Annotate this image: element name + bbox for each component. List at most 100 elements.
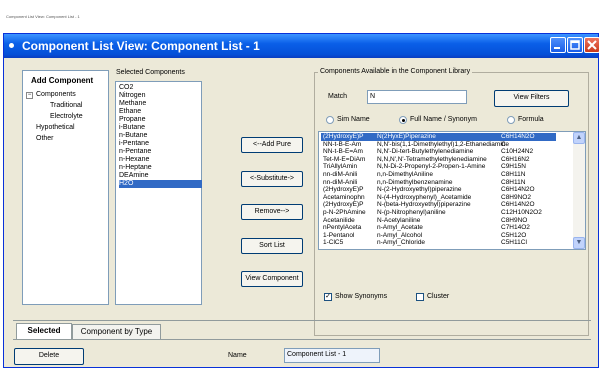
library-row[interactable]: TriAllylAmin N,N-Di-2-Propenyl-2-Propen-1… [321, 163, 556, 171]
library-sim-name: nn-diM-Anili [323, 178, 358, 186]
library-formula: C6H14N2O [501, 133, 535, 140]
library-formula: C6H14N2O [501, 186, 535, 194]
scroll-down-icon[interactable]: ▼ [573, 237, 585, 249]
selected-component-item[interactable]: Propane [119, 116, 202, 124]
delete-button[interactable]: Delete [14, 348, 84, 365]
remove-button[interactable]: Remove--> [241, 204, 303, 220]
library-full-name: N-Acetylaniline [377, 216, 421, 224]
selected-component-item[interactable]: Methane [119, 100, 202, 108]
match-label: Match [328, 93, 348, 100]
library-row[interactable]: Acetanilide N-Acetylaniline C8H9NO [321, 217, 556, 225]
library-row[interactable]: nn-diM-Anili n,n-DimethylAniline C8H11N [321, 171, 556, 179]
library-sim-name: 1-ClC5 [323, 239, 344, 247]
library-row[interactable]: p-N-2PhAmine N-(p-Nitrophenyl)aniline C12H… [321, 209, 556, 217]
collapse-components-icon[interactable]: − [26, 92, 33, 99]
selected-components-title: Selected Components [116, 69, 185, 76]
library-row[interactable]: (2HydroxyE)P N(2HyxE)Piperazine C6H14N2O [321, 133, 556, 141]
library-row[interactable]: 1-ClC5 n-Amyl_Chloride C5H11Cl [321, 239, 556, 247]
selected-component-item[interactable]: Ethane [119, 108, 202, 116]
selected-component-item[interactable]: i-Butane [119, 124, 202, 132]
library-scrollbar[interactable]: ▲ ▼ [573, 132, 585, 249]
library-formula: C5H11Cl [501, 239, 527, 247]
maximize-button[interactable] [567, 37, 583, 53]
library-sim-name: Acetanilide [323, 216, 355, 224]
view-component-button[interactable]: View Component [241, 271, 303, 287]
component-library-title: Components Available in the Component Li… [318, 68, 473, 75]
tab-component-by-type[interactable]: Component by Type [72, 324, 161, 339]
tree-item-electrolyte[interactable]: Electrolyte [50, 113, 83, 120]
library-row[interactable]: (2HydroxyE)P N-(2-Hydroxyethyl)piperazine… [321, 186, 556, 194]
selected-component-item[interactable]: n-Hexane [119, 156, 202, 164]
minimize-icon [554, 47, 560, 49]
library-full-name: N,N,N',N'-Tetramethylethylenediamine [377, 155, 487, 163]
library-full-name: n-Amyl_Acetate [377, 224, 423, 232]
library-full-name: N-(4-Hydroxyphenyl)_Acetamide [377, 193, 472, 201]
selected-component-item[interactable]: i-Pentane [119, 140, 202, 148]
library-row[interactable]: nPentylAceta n-Amyl_Acetate C7H14O2 [321, 224, 556, 232]
library-row[interactable]: Tet-M-E=DiAm N,N,N',N'-Tetramethylethylen… [321, 156, 556, 164]
component-list-window: Component List View: Component List - 1 … [3, 33, 600, 368]
tab-divider [13, 320, 591, 321]
add-pure-button[interactable]: <--Add Pure [241, 137, 303, 153]
selected-component-item[interactable]: Nitrogen [119, 92, 202, 100]
library-full-name: N-(p-Nitrophenyl)aniline [377, 209, 446, 216]
library-formula: C8H11N [501, 178, 526, 186]
title-bar[interactable]: Component List View: Component List - 1 [4, 34, 600, 58]
library-full-name: n,n-Dimethylbenzenamine [377, 178, 453, 186]
scroll-up-icon[interactable]: ▲ [573, 132, 585, 144]
selected-components-list[interactable]: CO2 Nitrogen Methane Ethane Propane i-Butane n… [115, 81, 202, 305]
sort-list-button[interactable]: Sort List [241, 238, 303, 254]
selected-component-item[interactable]: n-Pentane [119, 148, 202, 156]
substitute-button[interactable]: <-Substitute-> [241, 171, 303, 187]
tree-item-traditional[interactable]: Traditional [50, 102, 82, 109]
tree-item-other[interactable]: Other [36, 135, 54, 142]
library-row[interactable]: NN-t-B-E-Am N,N'-bis(1,1-Dimethylethyl)1,… [321, 141, 556, 149]
library-sim-name: nn-diM-Anili [323, 171, 358, 178]
library-full-name: n,n-DimethylAniline [377, 171, 433, 178]
library-sim-name: (2HydroxyE)P [323, 133, 364, 140]
library-formula: C10H24N2 [501, 148, 534, 156]
library-full-name: N,N'-Di-tert-Butylethylenediamine [377, 148, 474, 156]
selected-component-item[interactable]: CO2 [119, 84, 202, 92]
library-sim-name: Tet-M-E=DiAm [323, 155, 366, 163]
library-full-name: n-Amyl_Chloride [377, 239, 426, 247]
library-sim-name: p-N-2PhAmine [323, 209, 366, 216]
selected-component-item[interactable]: n-Heptane [119, 164, 202, 172]
name-input[interactable]: Component List - 1 [284, 348, 380, 363]
maximize-icon [570, 40, 580, 50]
tree-item-hypothetical[interactable]: Hypothetical [36, 124, 75, 131]
tab-baseline [13, 339, 591, 340]
component-library-list[interactable]: 1-ClC5 n-Amyl_Chloride C5H11Cl 1-Pentanol n-… [318, 131, 586, 250]
selected-component-item[interactable]: DEAmine [119, 172, 202, 180]
radio-formula[interactable] [507, 116, 515, 124]
library-sim-name: NN-t-B-E=Am [323, 148, 363, 156]
radio-formula-label: Formula [518, 116, 544, 123]
match-input[interactable]: N [367, 90, 467, 104]
library-row[interactable]: 1-Pentanol n-Amyl_Alcohol C5H12O [321, 232, 556, 240]
radio-full-name-label: Full Name / Synonym [410, 116, 477, 123]
cluster-checkbox[interactable] [416, 293, 424, 301]
show-synonyms-checkbox[interactable]: ✓ [324, 293, 332, 301]
library-full-name: N,N-Di-2-Propenyl-2-Propen-1-Amine [377, 163, 486, 171]
minimize-button[interactable] [550, 37, 566, 53]
library-formula: C [501, 140, 506, 148]
library-row[interactable]: NN-t-B-E=Am N,N'-Di-tert-Butylethylenedia… [321, 148, 556, 156]
view-filters-button[interactable]: View Filters [494, 90, 569, 107]
library-sim-name: 1-Pentanol [323, 231, 355, 239]
library-row[interactable]: nn-diM-Anili n,n-Dimethylbenzenamine C8H11… [321, 179, 556, 187]
library-formula: C6H16N2 [501, 155, 530, 163]
selected-component-item[interactable]: n-Butane [119, 132, 202, 140]
add-component-tree[interactable]: Add Component − Components Traditional E… [22, 70, 109, 305]
library-sim-name: Acetaminophn [323, 193, 365, 201]
close-button[interactable] [584, 37, 600, 53]
library-row[interactable]: (2HydroxyE)P N-(beta-Hydroxyethyl)piperaz… [321, 201, 556, 209]
selected-component-item[interactable]: H2O [119, 180, 202, 188]
library-row[interactable]: Acetaminophn N-(4-Hydroxyphenyl)_Acetamid… [321, 194, 556, 202]
library-sim-name: TriAllylAmin [323, 163, 358, 171]
tab-selected[interactable]: Selected [16, 323, 72, 340]
radio-sim-name[interactable] [326, 116, 334, 124]
tree-item-components[interactable]: Components [36, 91, 76, 98]
library-formula: C12H10N2O2 [501, 209, 542, 216]
window-title: Component List View: Component List - 1 [22, 39, 260, 53]
radio-full-name[interactable] [399, 116, 407, 124]
